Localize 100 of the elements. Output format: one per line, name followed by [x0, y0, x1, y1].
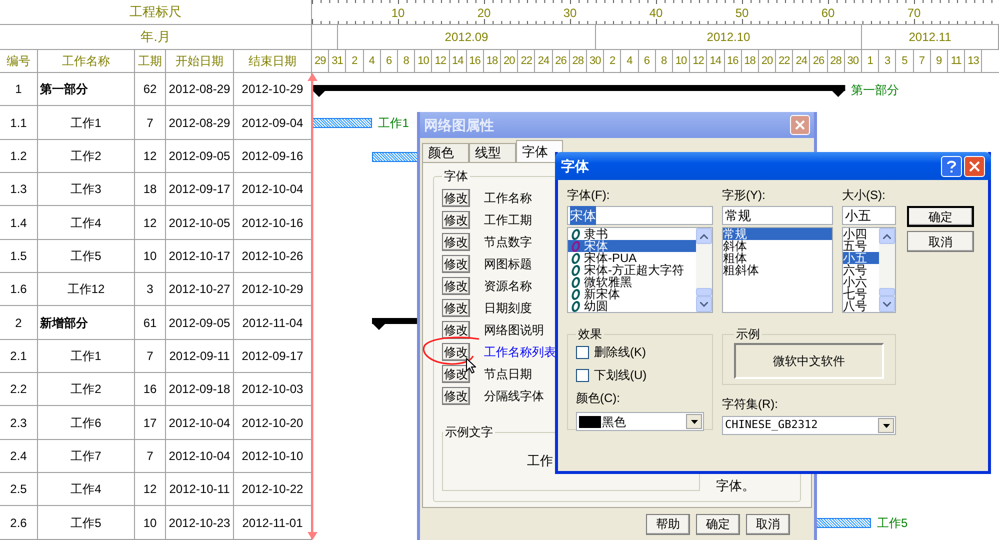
modify-button[interactable]: 修改: [442, 365, 470, 383]
column-header: 工期: [135, 50, 166, 72]
modify-button[interactable]: 修改: [442, 277, 470, 295]
table-cell: 2012-10-17: [166, 240, 234, 274]
caret-icon: [882, 424, 890, 428]
scroll-thumb[interactable]: [879, 288, 895, 296]
scrollbar[interactable]: [879, 228, 895, 312]
list-item[interactable]: 宋体-方正超大字符: [568, 264, 696, 276]
list-item[interactable]: 宋体: [568, 240, 696, 252]
scrollbar[interactable]: [696, 228, 712, 312]
modify-button[interactable]: 修改: [442, 343, 470, 361]
modify-button[interactable]: 修改: [442, 299, 470, 317]
table-cell: 工作5: [38, 240, 135, 274]
list-item[interactable]: 六号: [843, 264, 879, 276]
ruler-label: 40: [649, 5, 663, 22]
table-cell: 3: [135, 273, 166, 306]
table-cell: 第一部分: [38, 73, 135, 106]
list-item[interactable]: 七号: [843, 288, 879, 300]
color-dropdown[interactable]: 黑色: [576, 412, 704, 431]
font-item-label[interactable]: 工作工期: [484, 211, 532, 229]
dialog-button[interactable]: 帮助: [646, 514, 690, 534]
table-cell: 2012-10-04: [166, 406, 234, 440]
font-item-label[interactable]: 网络图说明: [484, 321, 544, 339]
table-cell: 2.3: [0, 406, 38, 440]
day-label: 3: [879, 50, 896, 72]
list-item[interactable]: 斜体: [723, 240, 832, 252]
day-label: 7: [914, 50, 931, 72]
tab[interactable]: 线型: [469, 143, 516, 162]
close-button[interactable]: [964, 156, 985, 176]
font-item-label[interactable]: 工作名称列表: [484, 343, 556, 361]
tab[interactable]: 颜色: [422, 143, 469, 162]
checkbox[interactable]: [576, 368, 589, 382]
input-field[interactable]: 常规: [722, 206, 833, 225]
table-cell: 2012-10-04: [234, 173, 312, 206]
list-item[interactable]: 新宋体: [568, 288, 696, 300]
help-button[interactable]: [941, 156, 962, 176]
font-item-label[interactable]: 日期刻度: [484, 299, 532, 317]
column-header: 开始日期: [166, 50, 234, 72]
list-item[interactable]: 隶书: [568, 228, 696, 240]
font-item-label[interactable]: 节点数字: [484, 233, 532, 251]
scroll-up-button[interactable]: [879, 228, 895, 244]
list-item[interactable]: 小五: [843, 252, 879, 264]
modify-button[interactable]: 修改: [442, 233, 470, 251]
checkbox[interactable]: [576, 346, 589, 358]
dialog-button[interactable]: 取消: [746, 514, 790, 534]
font-item-label[interactable]: 工作名称: [484, 189, 532, 207]
table-cell: 18: [135, 173, 166, 206]
close-icon: [795, 120, 805, 130]
font-item-label[interactable]: 资源名称: [484, 277, 532, 295]
font-item-label[interactable]: 网图标题: [484, 255, 532, 273]
dropdown-button[interactable]: [686, 414, 702, 429]
scroll-down-button[interactable]: [696, 296, 712, 312]
dropdown-button[interactable]: [878, 418, 894, 433]
input-field[interactable]: 小五: [842, 206, 896, 225]
modify-button[interactable]: 修改: [442, 255, 470, 273]
modify-button[interactable]: 修改: [442, 211, 470, 229]
charset-dropdown[interactable]: CHINESE_GB2312: [722, 416, 896, 435]
list-item[interactable]: 粗体: [723, 252, 832, 264]
modify-button[interactable]: 修改: [442, 321, 470, 339]
close-button[interactable]: [790, 115, 810, 135]
table-cell: 1.2: [0, 140, 38, 174]
table-cell: 7: [135, 106, 166, 140]
day-label: 22: [518, 50, 536, 72]
dialog-button[interactable]: 取消: [907, 231, 974, 252]
modify-button[interactable]: 修改: [442, 387, 470, 405]
table-cell: 1: [0, 73, 38, 106]
table-cell: 工作6: [38, 406, 135, 440]
bar-label: 第一部分: [851, 82, 900, 99]
day-label: 6: [638, 50, 656, 72]
table-cell: 1.5: [0, 240, 38, 274]
list-item[interactable]: 微软雅黑: [568, 276, 696, 288]
table-cell: 2012-10-27: [166, 273, 234, 306]
list-item[interactable]: 宋体-PUA: [568, 252, 696, 264]
scroll-up-button[interactable]: [696, 228, 712, 244]
list-item[interactable]: 小四: [843, 228, 879, 240]
dialog-button[interactable]: 确定: [907, 206, 974, 227]
dialog-button[interactable]: 确定: [696, 514, 740, 534]
ruler-label: 30: [563, 5, 577, 22]
table-cell: 工作1: [38, 106, 135, 140]
table-cell: 10: [135, 506, 166, 540]
scroll-thumb[interactable]: [696, 288, 712, 296]
table-cell: 2012-10-29: [234, 273, 312, 306]
tab[interactable]: 字体: [516, 140, 563, 162]
font-item-label[interactable]: 节点日期: [484, 365, 532, 383]
font-type-icon: [571, 300, 581, 312]
ruler-label: 20: [477, 5, 491, 22]
list-item[interactable]: 八号: [843, 300, 879, 312]
table-cell: 2012-10-03: [234, 373, 312, 406]
scroll-down-button[interactable]: [879, 296, 895, 312]
field-label: 字符集(R):: [722, 396, 779, 413]
list-item[interactable]: 粗斜体: [723, 264, 832, 276]
list-item[interactable]: 常规: [723, 228, 832, 240]
table-cell: 16: [135, 373, 166, 406]
list-item[interactable]: 幼圆: [568, 300, 696, 312]
list-item[interactable]: 小六: [843, 276, 879, 288]
input-field[interactable]: 宋体: [567, 206, 713, 225]
list-item[interactable]: 五号: [843, 240, 879, 252]
font-item-label[interactable]: 分隔线字体: [484, 387, 544, 405]
modify-button[interactable]: 修改: [442, 189, 470, 207]
table-cell: 新增部分: [38, 306, 135, 340]
